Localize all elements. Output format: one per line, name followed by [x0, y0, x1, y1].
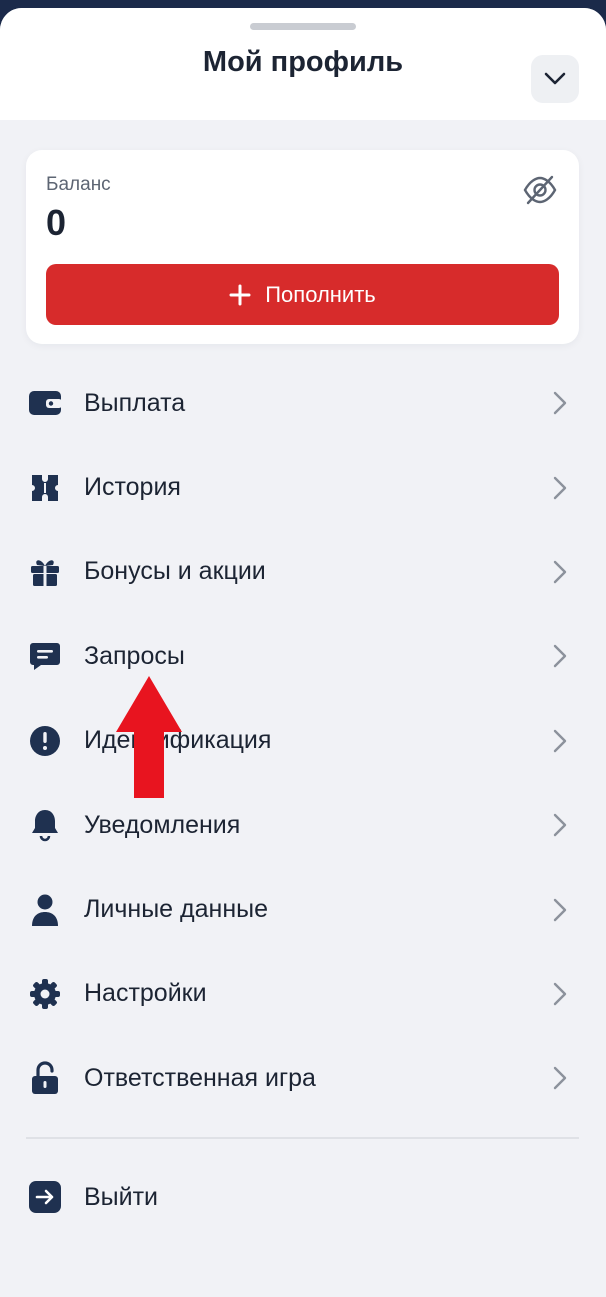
sheet-header: Мой профиль — [0, 8, 606, 120]
menu-item-settings[interactable]: Настройки — [0, 952, 606, 1036]
profile-menu: Выплата История Бонусы и акции Запросы И… — [0, 361, 606, 1121]
chevron-right-icon — [550, 1064, 570, 1092]
toggle-balance-visibility-button[interactable] — [520, 172, 560, 208]
chevron-right-icon — [550, 558, 570, 586]
drag-handle[interactable] — [250, 23, 356, 30]
menu-item-notifications[interactable]: Уведомления — [0, 783, 606, 867]
user-icon — [28, 893, 62, 927]
menu-item-label: Запросы — [84, 641, 185, 670]
topup-button[interactable]: Пополнить — [46, 264, 559, 325]
menu-divider — [26, 1137, 579, 1139]
chevron-right-icon — [550, 980, 570, 1008]
balance-label: Баланс — [46, 174, 111, 195]
chevron-right-icon — [550, 642, 570, 670]
collapse-button[interactable] — [531, 55, 579, 103]
chevron-right-icon — [550, 474, 570, 502]
balance-value: 0 — [46, 202, 67, 243]
page-title: Мой профиль — [202, 46, 404, 78]
unlock-icon — [28, 1061, 62, 1095]
chevron-right-icon — [550, 811, 570, 839]
menu-item-label: Выплата — [84, 388, 186, 417]
menu-item-payout[interactable]: Выплата — [0, 361, 606, 445]
menu-item-identification[interactable]: Идентификация — [0, 699, 606, 783]
gift-icon — [28, 555, 62, 589]
message-icon — [28, 639, 62, 673]
logout-label: Выйти — [84, 1182, 159, 1211]
eye-off-icon — [523, 175, 557, 205]
menu-item-label: Ответственная игра — [84, 1063, 316, 1092]
bell-icon — [28, 808, 62, 842]
menu-item-label: Бонусы и акции — [84, 557, 266, 586]
menu-item-label: История — [84, 473, 181, 502]
chevron-down-icon — [544, 72, 566, 85]
logout-icon — [28, 1180, 62, 1214]
balance-card: Баланс 0 Пополнить — [26, 150, 579, 344]
logout-button[interactable]: Выйти — [0, 1155, 606, 1239]
plus-icon — [229, 284, 251, 305]
gear-icon — [28, 977, 62, 1011]
chevron-right-icon — [550, 727, 570, 755]
alert-icon — [28, 724, 62, 758]
profile-sheet: Мой профиль Баланс 0 Пополнить Выплата И… — [0, 8, 606, 1297]
menu-item-label: Уведомления — [84, 810, 241, 839]
menu-item-requests[interactable]: Запросы — [0, 614, 606, 698]
ticket-icon — [28, 471, 62, 505]
topup-button-label: Пополнить — [265, 281, 376, 307]
chevron-right-icon — [550, 896, 570, 924]
menu-item-personal-data[interactable]: Личные данные — [0, 867, 606, 951]
menu-item-history[interactable]: История — [0, 445, 606, 529]
menu-item-label: Настройки — [84, 979, 207, 1008]
chevron-right-icon — [550, 389, 570, 417]
wallet-icon — [28, 386, 62, 420]
red-arrow-up-icon — [116, 676, 182, 798]
menu-item-label: Личные данные — [84, 895, 268, 924]
menu-item-bonuses[interactable]: Бонусы и акции — [0, 530, 606, 614]
menu-item-responsible-gaming[interactable]: Ответственная игра — [0, 1036, 606, 1120]
